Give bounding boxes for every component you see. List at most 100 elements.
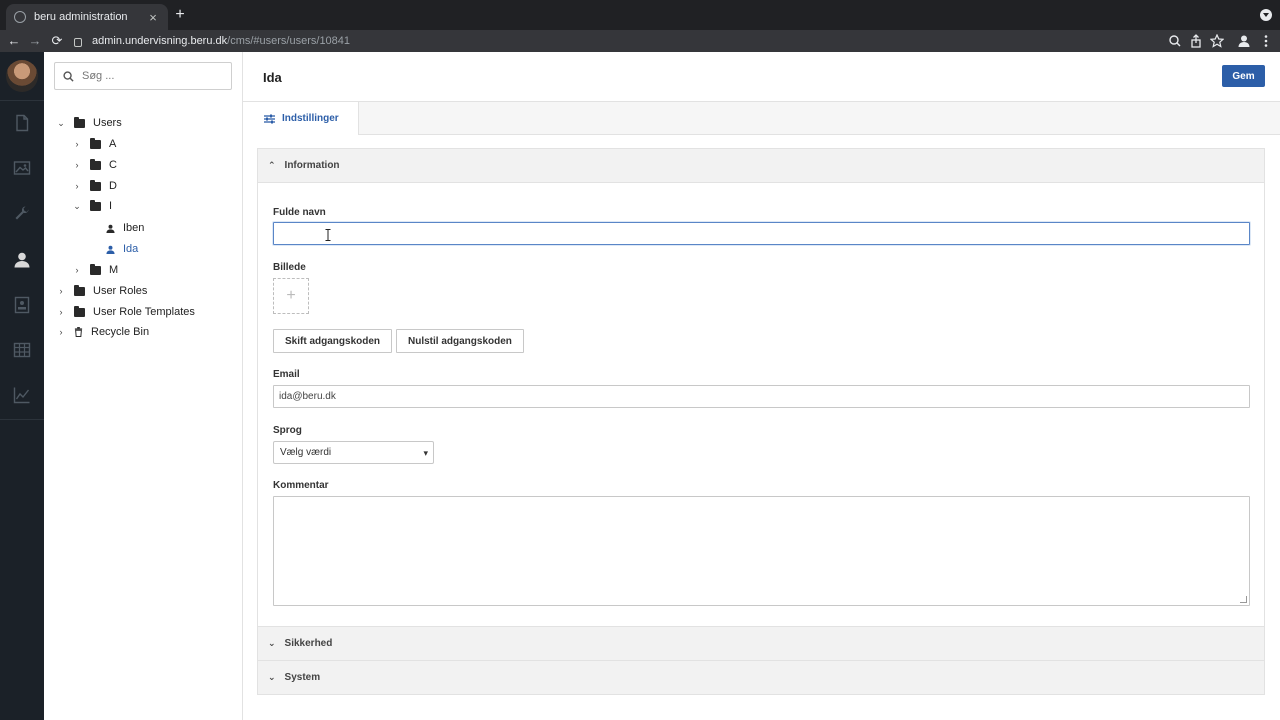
chart-line-icon — [13, 387, 30, 404]
rail-content[interactable] — [0, 101, 44, 145]
email-field[interactable] — [273, 385, 1250, 408]
rail-media[interactable] — [0, 146, 44, 190]
share-icon[interactable] — [1189, 34, 1203, 48]
text-cursor-icon — [325, 229, 331, 241]
address-bar: ← → ⟳ admin.undervisning.beru.dk/cms/#us… — [0, 30, 1280, 52]
section-security-header[interactable]: ⌄ Sikkerhed — [258, 627, 1264, 660]
save-button[interactable]: Gem — [1222, 65, 1265, 87]
comment-label: Kommentar — [273, 480, 329, 491]
image-icon — [13, 161, 31, 175]
tree-node-label: M — [109, 264, 119, 276]
image-label: Billede — [273, 262, 306, 273]
profile-icon[interactable] — [1237, 34, 1251, 48]
wrench-icon — [15, 206, 29, 220]
tab-search-icon[interactable] — [1260, 9, 1272, 21]
section-title: Sikkerhed — [284, 638, 333, 649]
tree-node-c[interactable]: › C — [72, 155, 117, 175]
tree-node-user-roles[interactable]: › User Roles — [56, 281, 147, 301]
language-select-value: Vælg værdi — [280, 447, 332, 458]
section-title: Information — [284, 160, 340, 171]
url-field[interactable]: admin.undervisning.beru.dk/cms/#users/us… — [74, 31, 1224, 51]
tree-node-label: Recycle Bin — [91, 326, 150, 338]
content-tree-panel: ⌄ Users › A › C › D ⌄ I Iben Ida › M › U… — [44, 52, 243, 720]
tree-node-label: A — [109, 138, 117, 150]
url-path: /cms/#users/users/10841 — [227, 35, 351, 47]
chevron-right-icon[interactable]: › — [72, 160, 82, 170]
user-icon — [106, 224, 115, 233]
avatar[interactable] — [6, 60, 38, 92]
editor-header: Ida Gem — [243, 52, 1280, 102]
section-title: System — [284, 672, 321, 683]
chevron-right-icon[interactable]: › — [56, 307, 66, 317]
chevron-down-icon[interactable]: ⌄ — [56, 118, 66, 129]
rail-divider — [0, 419, 44, 420]
full-name-field[interactable] — [273, 222, 1250, 245]
tree-node-iben[interactable]: Iben — [106, 218, 144, 238]
tree-node-i[interactable]: ⌄ I — [72, 196, 112, 216]
tree-node-ida[interactable]: Ida — [106, 239, 138, 259]
chevron-right-icon[interactable]: › — [72, 139, 82, 149]
add-image-button[interactable]: + — [273, 278, 309, 314]
tree-node-users[interactable]: ⌄ Users — [56, 113, 122, 133]
tree-node-recycle-bin[interactable]: › Recycle Bin — [56, 322, 150, 342]
rail-tables[interactable] — [0, 328, 44, 372]
chevron-down-icon: ⌄ — [268, 638, 276, 648]
chevron-right-icon[interactable]: › — [56, 286, 66, 296]
search-input[interactable] — [82, 70, 222, 82]
rail-settings[interactable] — [0, 192, 44, 236]
zoom-icon[interactable] — [1168, 34, 1182, 48]
browser-tab-title: beru administration — [34, 11, 128, 23]
tree-node-a[interactable]: › A — [72, 134, 116, 154]
sliders-icon — [264, 114, 275, 123]
rail-users[interactable] — [0, 238, 44, 282]
forward-button[interactable]: → — [27, 33, 43, 49]
folder-icon — [74, 116, 85, 128]
editor-tabs: Indstillinger — [243, 102, 1280, 135]
tree-search[interactable] — [54, 62, 232, 90]
rail-forms[interactable] — [0, 283, 44, 327]
reset-password-button[interactable]: Nulstil adgangskoden — [396, 329, 524, 353]
tree-node-label: User Role Templates — [93, 306, 195, 318]
tree-node-label: C — [109, 159, 117, 171]
section-system: ⌄ System — [257, 660, 1265, 695]
tree-node-label: I — [109, 200, 113, 212]
app-icon-rail — [0, 52, 44, 720]
user-icon — [14, 252, 30, 268]
tree-node-m[interactable]: › M — [72, 260, 118, 280]
folder-icon — [74, 305, 85, 317]
tree-node-label: Ida — [123, 243, 139, 255]
bookmark-star-icon[interactable] — [1210, 34, 1224, 48]
lock-icon — [74, 37, 82, 47]
rail-analytics[interactable] — [0, 373, 44, 417]
tab-settings[interactable]: Indstillinger — [243, 102, 359, 135]
search-icon — [63, 70, 74, 82]
section-security: ⌄ Sikkerhed — [257, 626, 1265, 661]
section-information-header[interactable]: ⌃ Information — [258, 149, 1264, 182]
comment-textarea[interactable] — [273, 496, 1250, 606]
close-tab-icon[interactable]: × — [146, 10, 160, 25]
folder-icon — [90, 179, 101, 191]
chevron-right-icon[interactable]: › — [56, 327, 66, 337]
reload-button[interactable]: ⟳ — [49, 33, 65, 49]
browser-tab[interactable]: beru administration × — [6, 4, 168, 30]
new-tab-button[interactable]: + — [172, 6, 188, 24]
chevron-down-icon[interactable]: ⌄ — [72, 201, 82, 212]
back-button[interactable]: ← — [6, 33, 22, 49]
change-password-button[interactable]: Skift adgangskoden — [273, 329, 393, 353]
editor-area: Ida Gem Indstillinger ⌃ Information Fuld… — [243, 52, 1280, 720]
tree-node-user-role-templates[interactable]: › User Role Templates — [56, 302, 195, 322]
trash-icon — [74, 327, 83, 337]
form-icon — [14, 296, 30, 314]
section-system-header[interactable]: ⌄ System — [258, 661, 1264, 694]
browser-menu-icon[interactable] — [1259, 34, 1273, 48]
table-icon — [13, 342, 31, 358]
chevron-right-icon[interactable]: › — [72, 181, 82, 191]
document-icon — [16, 114, 29, 132]
language-select[interactable]: Vælg værdi ▾ — [273, 441, 434, 464]
url-host: admin.undervisning.beru.dk — [92, 35, 228, 47]
page-title: Ida — [263, 70, 282, 85]
section-information: ⌃ Information Fulde navn Billede + Skift… — [257, 148, 1265, 627]
tree-node-d[interactable]: › D — [72, 176, 117, 196]
tree-node-label: User Roles — [93, 285, 148, 297]
chevron-right-icon[interactable]: › — [72, 265, 82, 275]
